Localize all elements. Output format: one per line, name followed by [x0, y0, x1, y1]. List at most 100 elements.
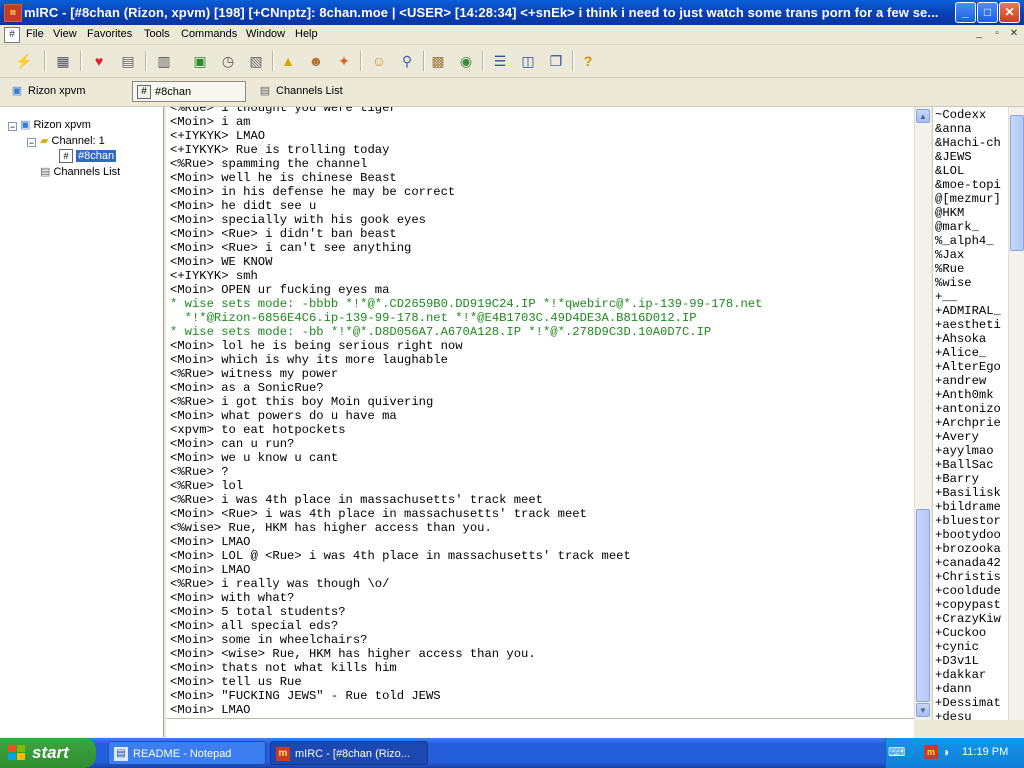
mdi-restore-button[interactable]: ▫ — [990, 27, 1004, 41]
nick-item[interactable]: +antonizo — [935, 402, 1001, 416]
mirc-tray-icon[interactable]: m — [924, 745, 938, 759]
nick-item[interactable]: @HKM — [935, 206, 964, 220]
send-file-icon[interactable]: ▲ — [278, 51, 298, 71]
mdi-minimize-button[interactable]: _ — [972, 27, 986, 41]
switch-server-rizon[interactable]: ▣ Rizon xpvm — [6, 81, 126, 102]
nicklist-scrollbar[interactable] — [1008, 107, 1024, 720]
nick-item[interactable]: +__ — [935, 290, 957, 304]
chat-scrollbar[interactable]: ▲ ▼ — [914, 107, 931, 720]
notify-list-icon[interactable]: ☺ — [369, 51, 389, 71]
close-button[interactable]: ✕ — [999, 2, 1020, 23]
menu-commands[interactable]: Commands — [181, 28, 237, 40]
nicklist-scroll-thumb[interactable] — [1010, 115, 1024, 251]
collapse-server-button[interactable]: − — [8, 122, 17, 132]
switch-channel-8chan[interactable]: # #8chan — [132, 81, 246, 102]
address-book-icon[interactable]: ▣ — [190, 51, 210, 71]
scripts-editor-icon[interactable]: ▥ — [154, 51, 174, 71]
nick-item[interactable]: %_alph4_ — [935, 234, 994, 248]
nick-item[interactable]: +canada42 — [935, 556, 1001, 570]
nick-item[interactable]: +AlterEgo — [935, 360, 1001, 374]
scroll-down-icon[interactable]: ▼ — [916, 703, 930, 717]
nick-item[interactable]: +bluestor — [935, 514, 1001, 528]
timer-icon[interactable]: ◷ — [218, 51, 238, 71]
minimize-button[interactable]: _ — [955, 2, 976, 23]
connect-icon[interactable]: ⚡ — [14, 51, 34, 71]
nick-item[interactable]: &LOL — [935, 164, 964, 178]
dcc-icon[interactable]: ✦ — [334, 51, 354, 71]
nick-item[interactable]: +cooldude — [935, 584, 1001, 598]
nick-item[interactable]: +bootydoo — [935, 528, 1001, 542]
logs-icon[interactable]: ◉ — [456, 51, 476, 71]
menu-view[interactable]: View — [53, 28, 77, 40]
nick-item[interactable]: ~Codexx — [935, 108, 986, 122]
nick-item[interactable]: &anna — [935, 122, 972, 136]
channels-list-icon[interactable]: ▤ — [118, 51, 138, 71]
menu-window[interactable]: Window — [246, 28, 285, 40]
nick-list[interactable]: ~Codexx &anna &Hachi-ch &JEWS &LOL &moe-topi @… — [932, 107, 1009, 720]
tree-channels-list[interactable]: ▤ Channels List — [40, 165, 120, 178]
nick-item[interactable]: +Avery — [935, 430, 979, 444]
menu-favorites[interactable]: Favorites — [87, 28, 132, 40]
nick-item[interactable]: %wise — [935, 276, 972, 290]
nick-item[interactable]: +CrazyKiw — [935, 612, 1001, 626]
help-icon[interactable]: ? — [578, 51, 598, 71]
nick-item[interactable]: +cynic — [935, 640, 979, 654]
menu-file[interactable]: File — [26, 28, 44, 40]
volume-icon[interactable]: ◑ — [942, 745, 949, 759]
scroll-up-icon[interactable]: ▲ — [916, 109, 930, 123]
received-files-icon[interactable]: ▩ — [428, 51, 448, 71]
chat-messages[interactable]: <%Rue> i thought you were tiger <Moin> i … — [166, 107, 914, 718]
nick-item[interactable]: +Christis — [935, 570, 1001, 584]
title-bar[interactable]: m mIRC - [#8chan (Rizon, xpvm) [198] [+C… — [0, 0, 1024, 25]
nick-item[interactable]: +Ahsoka — [935, 332, 986, 346]
chat-scroll-thumb[interactable] — [916, 509, 930, 702]
nick-item[interactable]: @mark_ — [935, 220, 979, 234]
nick-item[interactable]: +Dessimat — [935, 696, 1001, 710]
taskbar-item-mirc[interactable]: m mIRC - [#8chan (Rizo... — [270, 741, 428, 765]
tree-channel-group[interactable]: ▰ Channel: 1 — [40, 134, 105, 147]
nick-item[interactable]: +Cuckoo — [935, 626, 986, 640]
taskbar-item-notepad[interactable]: ▤ README - Notepad — [108, 741, 266, 765]
menu-help[interactable]: Help — [295, 28, 318, 40]
nick-item[interactable]: &moe-topi — [935, 178, 1001, 192]
start-button[interactable]: start — [0, 738, 96, 768]
nick-item[interactable]: +Barry — [935, 472, 979, 486]
switch-channels-list[interactable]: ▤ Channels List — [254, 81, 364, 102]
tree-server-rizon[interactable]: ▣ Rizon xpvm — [20, 118, 91, 131]
favorites-icon[interactable]: ♥ — [89, 51, 109, 71]
options-icon[interactable]: ▦ — [53, 51, 73, 71]
nick-item[interactable]: %Jax — [935, 248, 964, 262]
nick-item[interactable]: +bildrame — [935, 500, 1001, 514]
nick-item[interactable]: +ADMIRAL_ — [935, 304, 1001, 318]
chat-input[interactable] — [166, 718, 914, 738]
nick-item[interactable]: +D3v1L — [935, 654, 979, 668]
nick-item[interactable]: +dann — [935, 682, 972, 696]
nick-item[interactable]: +dakkar — [935, 668, 986, 682]
nick-item[interactable]: +desu — [935, 710, 972, 720]
nick-item[interactable]: &Hachi-ch — [935, 136, 1001, 150]
menu-tools[interactable]: Tools — [144, 28, 170, 40]
nick-item[interactable]: +BallSac — [935, 458, 994, 472]
nick-item[interactable]: +Anth0mk — [935, 388, 994, 402]
keyboard-icon[interactable]: ⌨ — [888, 745, 905, 759]
nick-item[interactable]: +copypast — [935, 598, 1001, 612]
nick-item[interactable]: %Rue — [935, 262, 964, 276]
nick-item[interactable]: +brozooka — [935, 542, 1001, 556]
nick-item[interactable]: +ayylmao — [935, 444, 994, 458]
nick-item[interactable]: &JEWS — [935, 150, 972, 164]
tile-vertical-icon[interactable]: ◫ — [518, 51, 538, 71]
channel-window-icon[interactable]: # — [4, 27, 20, 43]
clock[interactable]: 11:19 PM — [962, 746, 1008, 758]
nick-item[interactable]: +Alice_ — [935, 346, 986, 360]
nick-item[interactable]: +aestheti — [935, 318, 1001, 332]
nick-item[interactable]: @[mezmur] — [935, 192, 1001, 206]
colors-icon[interactable]: ▧ — [246, 51, 266, 71]
cascade-icon[interactable]: ❐ — [546, 51, 566, 71]
nick-item[interactable]: +Basilisk — [935, 486, 1001, 500]
mirc-app-icon[interactable]: m — [4, 4, 22, 22]
tree-channel-8chan[interactable]: # #8chan — [59, 149, 117, 163]
chat-user-icon[interactable]: ☻ — [306, 51, 326, 71]
collapse-channel-group-button[interactable]: − — [27, 138, 36, 148]
maximize-button[interactable]: □ — [977, 2, 998, 23]
mdi-close-button[interactable]: ✕ — [1007, 27, 1021, 41]
